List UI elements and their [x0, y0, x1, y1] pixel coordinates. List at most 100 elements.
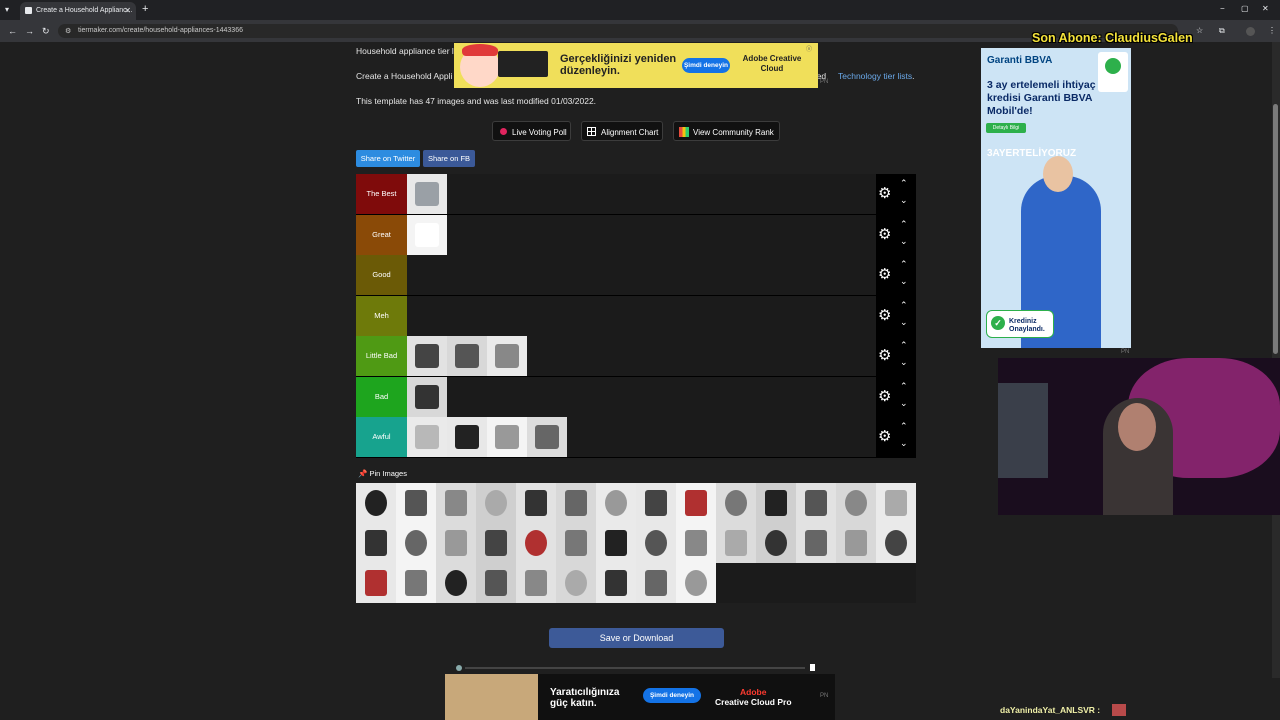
bookmark-star-icon[interactable]: ☆: [1196, 26, 1203, 35]
description-link[interactable]: Technology tier lists.: [838, 71, 915, 81]
gear-icon[interactable]: ⚙: [878, 267, 891, 282]
move-down-icon[interactable]: ⌄: [900, 195, 908, 206]
washing-machine-image[interactable]: [487, 417, 527, 457]
move-down-icon[interactable]: ⌄: [900, 276, 908, 287]
save-or-download-button[interactable]: Save or Download: [549, 628, 724, 648]
gear-icon[interactable]: ⚙: [878, 429, 891, 444]
move-up-icon[interactable]: ⌃: [900, 421, 908, 432]
tier-row[interactable]: Little Bad ⚙ ⌃ ⌄: [356, 336, 916, 377]
scrollbar-thumb[interactable]: [1273, 104, 1278, 354]
alignment-chart-button[interactable]: Alignment Chart: [581, 121, 663, 141]
sewing-machine-image[interactable]: [836, 523, 876, 563]
bathtub-image[interactable]: [396, 483, 436, 523]
tab-close-icon[interactable]: ✕: [124, 6, 131, 15]
move-down-icon[interactable]: ⌄: [900, 398, 908, 409]
top-ad-cta-button[interactable]: Şimdi deneyin: [682, 58, 730, 73]
gear-icon[interactable]: ⚙: [878, 348, 891, 363]
tier-row[interactable]: Great ⚙ ⌃ ⌄: [356, 214, 916, 256]
tier-label[interactable]: Great: [356, 214, 407, 255]
bottom-ad-banner[interactable]: Yaratıcılığınıza güç katın. Şimdi deneyi…: [445, 674, 835, 720]
ad-close-icon[interactable]: ⓧ: [806, 44, 812, 53]
microwave-image[interactable]: [676, 523, 716, 563]
television-image[interactable]: [596, 563, 636, 603]
cordless-phone-image[interactable]: [527, 417, 567, 457]
curling-iron-image[interactable]: [596, 483, 636, 523]
dishwasher-image[interactable]: [676, 483, 716, 523]
browser-tab[interactable]: Create a Household Applianc... ✕: [20, 2, 136, 20]
standing-fan-image[interactable]: [407, 336, 447, 376]
waffle-maker-image[interactable]: [676, 563, 716, 603]
tier-row[interactable]: Bad ⚙ ⌃ ⌄: [356, 376, 916, 418]
profile-avatar[interactable]: [1246, 27, 1255, 36]
coffee-maker-image[interactable]: [516, 483, 556, 523]
air-conditioner-image[interactable]: [407, 174, 447, 214]
floor-lamp-image[interactable]: [636, 523, 676, 563]
tier-label[interactable]: Awful: [356, 417, 407, 457]
move-down-icon[interactable]: ⌄: [900, 236, 908, 247]
minimize-icon[interactable]: −: [1220, 4, 1225, 13]
gear-icon[interactable]: ⚙: [878, 308, 891, 323]
tier-label[interactable]: Meh: [356, 295, 407, 336]
toilet-image[interactable]: [407, 214, 447, 255]
share-facebook-button[interactable]: Share on FB: [423, 150, 475, 167]
browser-menu-icon[interactable]: ⋮: [1268, 26, 1276, 35]
move-up-icon[interactable]: ⌃: [900, 381, 908, 392]
move-down-icon[interactable]: ⌄: [900, 357, 908, 368]
move-up-icon[interactable]: ⌃: [900, 259, 908, 270]
toaster-oven-2-image[interactable]: [516, 563, 556, 603]
site-info-icon[interactable]: ⚙: [65, 27, 71, 35]
gas-stove-image[interactable]: [447, 417, 487, 457]
chest-freezer-image[interactable]: [796, 483, 836, 523]
move-down-icon[interactable]: ⌄: [900, 317, 908, 328]
computer-image[interactable]: [636, 483, 676, 523]
move-down-icon[interactable]: ⌄: [900, 438, 908, 449]
space-heater-image[interactable]: [436, 523, 476, 563]
rice-cooker-image[interactable]: [796, 523, 836, 563]
live-voting-poll-button[interactable]: Live Voting Poll: [492, 121, 571, 141]
tier-label[interactable]: Bad: [356, 376, 407, 417]
technology-link[interactable]: Technology tier lists: [838, 71, 912, 81]
gear-icon[interactable]: ⚙: [878, 186, 891, 201]
move-up-icon[interactable]: ⌃: [900, 178, 908, 189]
side-ad-details-button[interactable]: Detaylı Bilgi: [986, 123, 1026, 133]
ironing-board-image[interactable]: [556, 523, 596, 563]
gear-icon[interactable]: ⚙: [878, 389, 891, 404]
griddle-image[interactable]: [756, 483, 796, 523]
side-ad-banner[interactable]: Garanti BBVA 3 ay ertelemeli ihtiyaç kre…: [981, 48, 1131, 348]
printer-image[interactable]: [407, 376, 447, 417]
tier-row[interactable]: Meh ⚙ ⌃ ⌄: [356, 295, 916, 337]
shower-head-image[interactable]: [487, 336, 527, 376]
forward-icon[interactable]: →: [25, 26, 34, 36]
tier-label[interactable]: The Best: [356, 174, 407, 214]
view-community-rank-button[interactable]: View Community Rank: [673, 121, 780, 141]
tier-label[interactable]: Good: [356, 255, 407, 295]
range-oven-image[interactable]: [716, 523, 756, 563]
grill-image[interactable]: [876, 483, 916, 523]
stand-mixer-image[interactable]: [396, 563, 436, 603]
tab-search-icon[interactable]: ▾: [5, 5, 9, 14]
maximize-icon[interactable]: ▢: [1241, 4, 1249, 13]
stereo-image[interactable]: [436, 563, 476, 603]
hand-mixer-image[interactable]: [396, 523, 436, 563]
front-loader-image[interactable]: [716, 483, 756, 523]
tier-row[interactable]: Good ⚙ ⌃ ⌄: [356, 255, 916, 296]
move-up-icon[interactable]: ⌃: [900, 340, 908, 351]
slow-cooker-image[interactable]: [556, 483, 596, 523]
ceiling-fan-image[interactable]: [447, 336, 487, 376]
hot-plate-image[interactable]: [476, 523, 516, 563]
move-up-icon[interactable]: ⌃: [900, 300, 908, 311]
tier-row[interactable]: Awful ⚙ ⌃ ⌄: [356, 417, 916, 458]
new-tab-button[interactable]: +: [142, 3, 148, 15]
air-fryer-image[interactable]: [356, 483, 396, 523]
toaster-image[interactable]: [556, 563, 596, 603]
bottom-ad-cta-button[interactable]: Şimdi deneyin: [643, 688, 701, 703]
blender-image[interactable]: [436, 483, 476, 523]
top-ad-banner[interactable]: Gerçekliğinizi yeniden düzenleyin. Şimdi…: [454, 43, 818, 88]
coffee-grinder-image[interactable]: [596, 523, 636, 563]
instant-pot-image[interactable]: [516, 523, 556, 563]
reload-icon[interactable]: ↻: [42, 26, 50, 37]
back-icon[interactable]: ←: [8, 26, 17, 36]
close-window-icon[interactable]: ✕: [1262, 4, 1269, 13]
share-twitter-button[interactable]: Share on Twitter: [356, 150, 420, 167]
gear-icon[interactable]: ⚙: [878, 227, 891, 242]
